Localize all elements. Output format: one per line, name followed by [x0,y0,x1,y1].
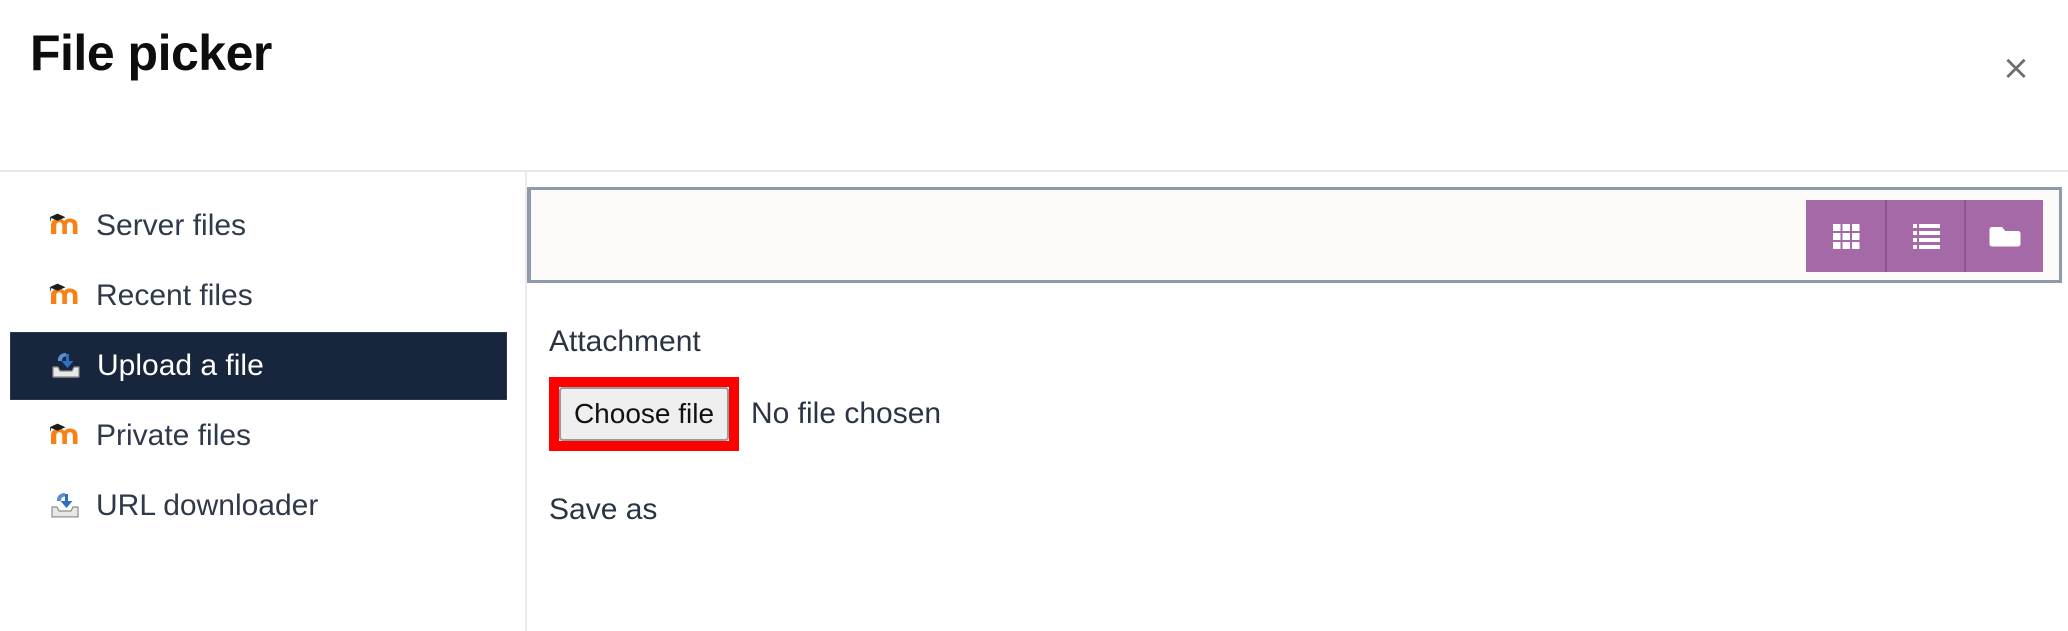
dialog-body: Server files Recent files Upload a file … [0,172,2068,631]
grid-view-icon [1827,217,1865,255]
close-icon: × [2001,48,2031,88]
repository-content-panel: Attachment Choose file No file chosen Sa… [527,172,2068,631]
upload-tray-icon [48,489,82,523]
close-button[interactable]: × [1994,46,2038,90]
attachment-label: Attachment [549,325,701,358]
list-view-icon [1907,217,1945,255]
sidebar-item-label: Private files [96,419,252,452]
moodle-logo-icon [48,279,82,313]
icon-view-button[interactable] [1806,200,1885,272]
sidebar-item-recent-files[interactable]: Recent files [10,262,505,330]
upload-tray-icon [49,349,83,383]
moodle-logo-icon [48,419,82,453]
sidebar-item-server-files[interactable]: Server files [10,192,505,260]
sidebar-item-private-files[interactable]: Private files [10,402,505,470]
file-picker-dialog: File picker × Server files Recent files … [0,0,2068,631]
file-input-row: Choose file No file chosen [549,377,2048,451]
details-view-button[interactable] [1885,200,1964,272]
sidebar-item-label: Upload a file [97,349,264,382]
sidebar-item-url-downloader[interactable]: URL downloader [10,472,505,540]
choose-file-button[interactable]: Choose file [559,387,729,441]
dialog-header: File picker × [0,0,2068,172]
moodle-logo-icon [48,209,82,243]
save-as-label: Save as [549,493,658,526]
page-title: File picker [30,25,272,81]
sidebar-item-label: URL downloader [96,489,319,522]
sidebar-item-upload-a-file[interactable]: Upload a file [10,332,507,400]
upload-form: Attachment Choose file No file chosen Sa… [549,327,2048,525]
selected-file-status: No file chosen [751,397,942,430]
sidebar-item-label: Server files [96,209,247,242]
folder-tree-icon [1986,217,2024,255]
sidebar-item-label: Recent files [96,279,253,312]
tree-view-button[interactable] [1964,200,2043,272]
view-toggle-group [1806,200,2043,272]
repository-toolbar [527,187,2062,283]
repository-sidebar: Server files Recent files Upload a file … [0,172,527,631]
